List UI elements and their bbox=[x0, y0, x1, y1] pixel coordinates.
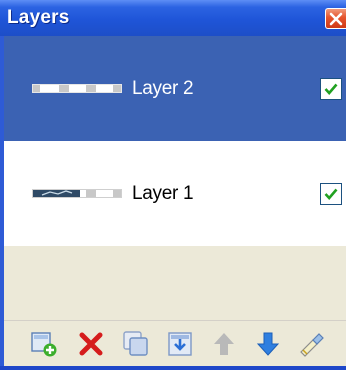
layer-row-layer-1[interactable]: Layer 1 bbox=[4, 141, 346, 246]
duplicate-layer-button[interactable] bbox=[122, 330, 150, 358]
layer-thumbnail-icon bbox=[32, 84, 122, 93]
window-frame-bottom bbox=[0, 366, 346, 370]
merge-layer-down-button[interactable] bbox=[167, 330, 195, 358]
properties-icon bbox=[300, 333, 324, 357]
layer-row-layer-2[interactable]: Layer 2 bbox=[4, 36, 346, 141]
delete-icon bbox=[79, 332, 103, 356]
close-button[interactable] bbox=[325, 8, 346, 29]
checkmark-icon bbox=[324, 83, 338, 95]
layer-visibility-checkbox[interactable] bbox=[320, 183, 342, 205]
layer-properties-button[interactable] bbox=[297, 330, 325, 358]
window-title: Layers bbox=[7, 7, 70, 28]
add-layer-button[interactable] bbox=[30, 330, 58, 358]
close-icon bbox=[329, 12, 343, 26]
merge-down-icon bbox=[168, 332, 192, 356]
layer-name-label: Layer 1 bbox=[132, 183, 194, 204]
title-bar: Layers bbox=[0, 0, 346, 36]
add-layer-icon bbox=[31, 332, 57, 357]
layers-list: Layer 2 Layer 1 bbox=[4, 36, 346, 320]
duplicate-icon bbox=[123, 331, 148, 356]
arrow-down-icon bbox=[256, 332, 280, 356]
arrow-up-icon bbox=[214, 333, 234, 355]
move-layer-up-button[interactable] bbox=[210, 330, 238, 358]
layer-name-label: Layer 2 bbox=[132, 78, 194, 99]
layer-thumbnail-icon bbox=[32, 189, 122, 198]
layers-toolbar bbox=[4, 320, 346, 367]
delete-layer-button[interactable] bbox=[77, 330, 105, 358]
layer-visibility-checkbox[interactable] bbox=[320, 78, 342, 100]
checkmark-icon bbox=[324, 188, 338, 200]
move-layer-down-button[interactable] bbox=[254, 330, 282, 358]
